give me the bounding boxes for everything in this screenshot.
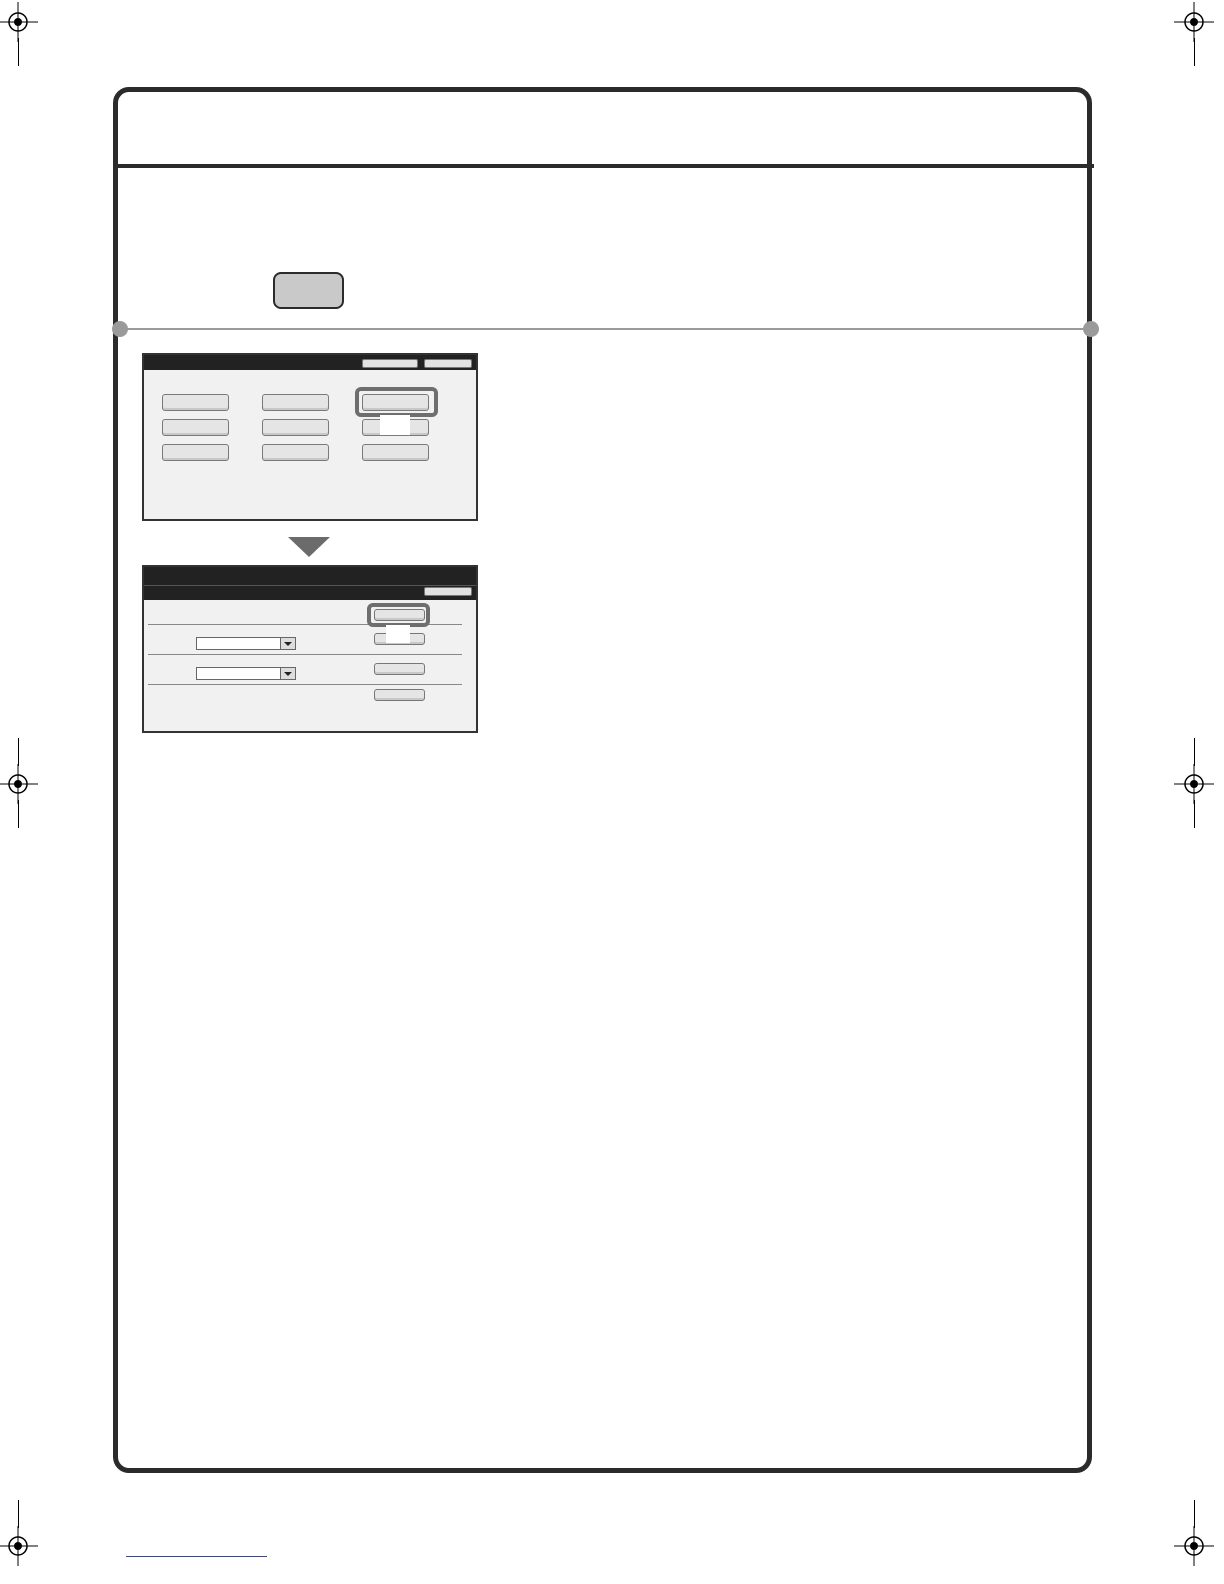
footer-link-underline[interactable]	[126, 1556, 267, 1557]
row-separator	[148, 684, 462, 685]
trim-line	[18, 800, 19, 828]
chevron-down-icon	[280, 668, 295, 679]
section-divider	[120, 328, 1090, 330]
screen-illustration-settings	[142, 565, 478, 733]
menu-key	[262, 444, 329, 461]
registration-mark-icon	[0, 2, 38, 42]
trim-line	[1194, 38, 1195, 66]
trim-line	[1194, 1500, 1195, 1528]
trim-line	[18, 1500, 19, 1528]
title-bar-button	[362, 359, 418, 368]
registration-mark-icon	[0, 1526, 38, 1566]
divider-endpoint	[1083, 321, 1099, 337]
control-panel-key-button	[273, 272, 344, 309]
menu-key	[362, 444, 429, 461]
trim-line	[18, 738, 19, 766]
registration-mark-icon	[0, 764, 38, 804]
dropdown-select	[196, 667, 296, 680]
header-rule	[116, 164, 1094, 168]
setting-key	[374, 689, 425, 701]
screen-title-bar	[144, 567, 476, 585]
highlight-frame	[367, 603, 430, 627]
dropdown-select	[196, 637, 296, 650]
trim-line	[1194, 800, 1195, 828]
menu-key	[162, 444, 229, 461]
title-bar-button	[424, 359, 472, 368]
menu-key	[262, 394, 329, 411]
menu-key	[162, 394, 229, 411]
chevron-down-icon	[280, 638, 295, 649]
setting-key	[374, 663, 425, 675]
menu-key	[262, 419, 329, 436]
registration-mark-icon	[1174, 1526, 1214, 1566]
divider-endpoint	[112, 321, 128, 337]
page-frame	[113, 87, 1092, 1473]
touch-pointer-mark	[386, 625, 410, 643]
menu-key	[162, 419, 229, 436]
touch-pointer-mark	[380, 415, 410, 435]
trim-line	[1194, 738, 1195, 766]
arrow-down-icon	[288, 537, 330, 557]
registration-mark-icon	[1174, 764, 1214, 804]
screen-illustration-menu	[142, 353, 478, 521]
registration-mark-icon	[1174, 2, 1214, 42]
row-separator	[148, 654, 462, 655]
trim-line	[18, 38, 19, 66]
highlight-frame	[355, 387, 438, 417]
title-bar-button	[424, 587, 472, 596]
